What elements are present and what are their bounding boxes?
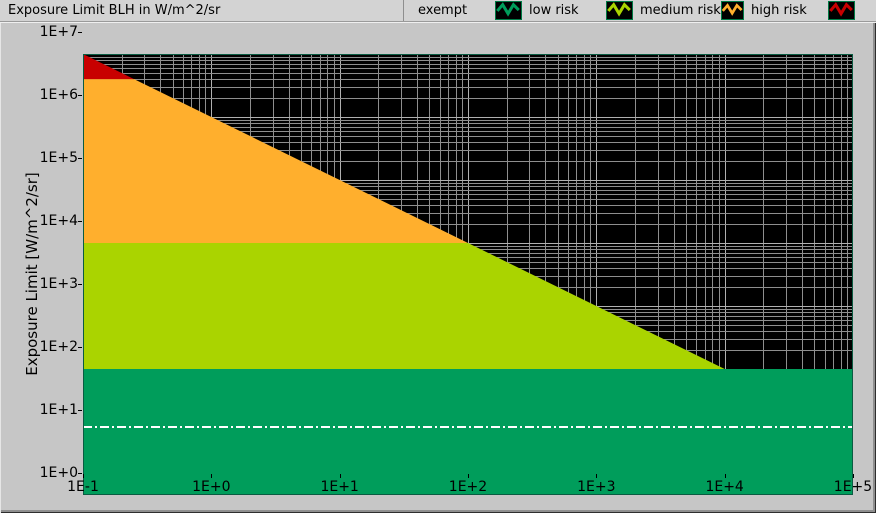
x-tick-label: 1E+3	[568, 479, 624, 495]
y-tick-label: 1E+6	[38, 87, 78, 103]
y-tick-mark	[78, 95, 82, 96]
y-tick-mark	[78, 221, 82, 222]
plot-area[interactable]	[83, 54, 853, 495]
x-tick-mark	[83, 474, 84, 478]
legend-item-exempt[interactable]: exempt	[418, 1, 522, 20]
graph-panel: Exposure Limit [W/m^2/sr] exposure time …	[0, 22, 876, 513]
y-tick-mark	[78, 347, 82, 348]
y-tick-mark	[78, 32, 82, 33]
graph-header: Exposure Limit BLH in W/m^2/sr exempt low…	[0, 0, 876, 22]
x-tick-mark	[340, 474, 341, 478]
x-tick-label: 1E+2	[440, 479, 496, 495]
x-tick-mark	[596, 474, 597, 478]
y-tick-mark	[78, 473, 82, 474]
x-tick-mark	[725, 474, 726, 478]
legend-label: exempt	[418, 3, 495, 18]
y-tick-mark	[78, 158, 82, 159]
y-tick-label: 1E+3	[38, 276, 78, 292]
x-tick-label: 1E+0	[183, 479, 239, 495]
x-tick-mark	[853, 474, 854, 478]
x-tick-label: 1E+4	[697, 479, 753, 495]
high-risk-plot-glyph-icon	[828, 1, 855, 20]
legend-item-medium-risk[interactable]: medium risk	[640, 1, 744, 20]
legend-item-high-risk[interactable]: high risk	[751, 1, 855, 20]
medium-risk-plot-glyph-icon	[721, 1, 744, 20]
y-tick-label: 1E+5	[38, 150, 78, 166]
y-tick-label: 1E+2	[38, 339, 78, 355]
y-tick-label: 1E+7	[38, 24, 78, 40]
y-tick-label: 1E+1	[38, 402, 78, 418]
x-tick-label: 1E+1	[312, 479, 368, 495]
y-tick-label: 1E+4	[38, 213, 78, 229]
x-tick-label: 1E+5	[825, 479, 876, 495]
graph-title: Exposure Limit BLH in W/m^2/sr	[8, 3, 220, 18]
exempt-plot-glyph-icon	[495, 1, 522, 20]
y-tick-mark	[78, 284, 82, 285]
plot-legend: exempt low risk medium risk high risk	[403, 0, 872, 21]
y-tick-mark	[78, 410, 82, 411]
legend-label: low risk	[529, 3, 606, 18]
x-tick-mark	[211, 474, 212, 478]
low-risk-plot-glyph-icon	[606, 1, 633, 20]
legend-label: medium risk	[640, 3, 721, 18]
legend-label: high risk	[751, 3, 828, 18]
x-tick-label: 1E-1	[55, 479, 111, 495]
blh-risk-graph-window: Exposure Limit BLH in W/m^2/sr exempt low…	[0, 0, 876, 513]
x-tick-mark	[468, 474, 469, 478]
legend-item-low-risk[interactable]: low risk	[529, 1, 633, 20]
